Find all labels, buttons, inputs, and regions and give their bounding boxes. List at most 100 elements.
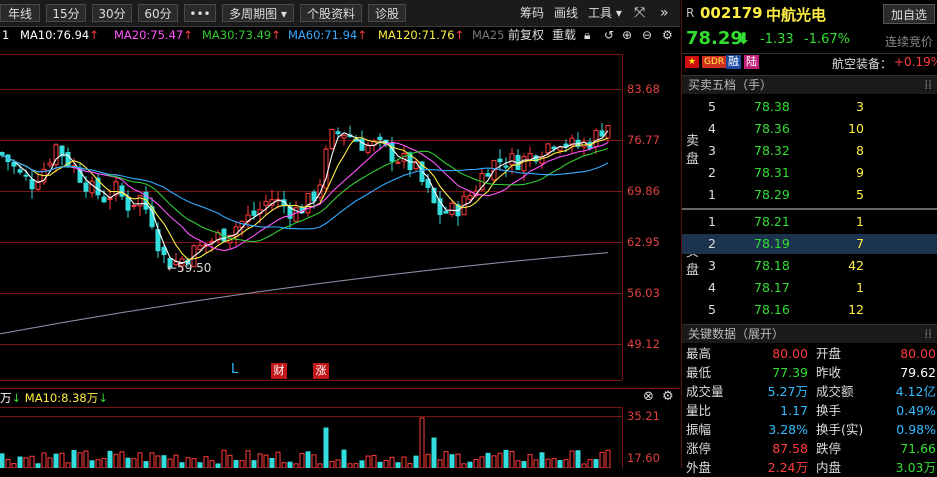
price-change-pct: -1.67% [804,32,850,47]
tags-row: ★ GDR 融 陆 航空装备： +0.19% [682,53,937,72]
buy-level-price: 78.18 [754,258,790,273]
key-data-value: 80.00 [900,346,936,361]
china-flag-icon: ★ [685,56,699,68]
key-data-value: 3.28% [768,422,808,437]
sell-level-price: 78.31 [754,165,790,180]
key-data-label: 换手 [816,403,842,418]
sell-side: 卖盘 5 78.38 3 4 78.36 10 3 78.32 8 2 78.31 9 1 78.29 5 [682,95,937,206]
grid-icon[interactable]: ⁞⁞ [924,76,932,94]
buy-level-row[interactable]: 3 78.18 42 [682,256,937,276]
stock-code: 002179 [700,4,763,22]
sell-level-price: 78.36 [754,121,790,136]
quote-sidebar: R 002179 中航光电 加自选 78.29 ⬇ -1.33 -1.67% 连… [681,0,937,475]
price-axis-label: 56.03 [627,286,660,300]
key-data-label: 最低 [686,365,712,380]
close-volume-icon[interactable]: ⊗ [643,389,654,404]
order-book-title: 买卖五档（手） [688,78,773,92]
finance-event-marker[interactable]: 财 [271,363,287,379]
buy-level-volume: 1 [856,214,864,229]
price-axis-label: 62.95 [627,235,660,249]
sell-level-price: 78.29 [754,187,790,202]
key-data-label: 成交额 [816,384,854,399]
sector-label[interactable]: 航空装备： [832,55,892,72]
sell-level-row[interactable]: 4 78.36 10 [682,119,937,139]
key-data-label: 涨停 [686,441,712,456]
volume-ma10-label: MA10:8.38万 [24,391,99,405]
key-data-label: 量比 [686,403,712,418]
volume-ma5-label: 万 [0,391,12,405]
key-data-label: 昨收 [816,365,842,380]
key-data-label: 开盘 [816,346,842,361]
limit-marker[interactable]: L [231,362,238,377]
sell-level-volume: 5 [856,187,864,202]
key-data-value: 77.39 [772,365,808,380]
sector-change: +0.19% [894,55,937,69]
key-data-label: 外盘 [686,460,712,475]
sell-level-price: 78.38 [754,99,790,114]
key-data-value: 87.58 [772,441,808,456]
sell-level-number: 3 [708,143,716,158]
price-axis-label: 69.86 [627,184,660,198]
down-arrow-icon: ⬇ [737,29,751,48]
grid-icon[interactable]: ⁞⁞ [924,325,932,343]
key-data-value: 3.03万 [895,460,936,475]
price-axis-label: 49.12 [627,337,660,351]
buy-level-volume: 12 [848,302,864,317]
key-data-value: 79.62 [900,365,936,380]
buy-level-volume: 1 [856,280,864,295]
auction-status: 连续竞价 [885,35,934,49]
buy-level-row[interactable]: 4 78.17 1 [682,278,937,298]
sell-level-row[interactable]: 2 78.31 9 [682,163,937,183]
buy-side: 买盘 178.211278.197378.1842478.171578.1612 [682,212,937,323]
sell-level-price: 78.32 [754,143,790,158]
sell-level-volume: 8 [856,143,864,158]
key-data-value: 0.98% [896,422,936,437]
buy-level-row[interactable]: 2 78.19 7 [682,234,937,254]
key-data-value: 2.24万 [767,460,808,475]
sell-level-row[interactable]: 3 78.32 8 [682,141,937,161]
key-data-label: 内盘 [816,460,842,475]
buy-level-volume: 42 [848,258,864,273]
gdr-tag[interactable]: GDR [702,56,727,68]
sell-level-number: 1 [708,187,716,202]
buy-level-row[interactable]: 5 78.16 12 [682,300,937,320]
key-data-label: 换手(实) [816,422,864,437]
order-book-divider [682,208,937,210]
sell-level-row[interactable]: 5 78.38 3 [682,97,937,117]
r-badge: R [686,6,695,20]
buy-level-number: 4 [708,280,716,295]
key-data-value: 71.66 [900,441,936,456]
key-data-label: 振幅 [686,422,712,437]
buy-level-price: 78.16 [754,302,790,317]
sell-level-volume: 3 [856,99,864,114]
price-row: 78.29 ⬇ -1.33 -1.67% 连续竞价 [682,28,937,50]
key-data-value: 0.49% [896,403,936,418]
sell-level-row[interactable]: 1 78.29 5 [682,185,937,205]
key-data-header[interactable]: 关键数据（展开） ⁞⁞ [682,324,937,343]
price-change: -1.33 [760,32,794,47]
low-price-annotation: ←59.50 [167,261,212,275]
add-watchlist-button[interactable]: 加自选 [883,4,935,24]
volume-settings-icon[interactable]: ⚙ [662,389,674,404]
margin-tag[interactable]: 融 [726,55,741,69]
rise-event-marker[interactable]: 涨 [313,363,329,379]
sell-level-number: 4 [708,121,716,136]
sell-level-number: 2 [708,165,716,180]
buy-level-price: 78.17 [754,280,790,295]
key-data-label: 成交量 [686,384,724,399]
key-data-label: 跌停 [816,441,842,456]
order-book-header[interactable]: 买卖五档（手） ⁞⁞ [682,75,937,94]
volume-axis-label: 17.60 [627,451,660,465]
last-price: 78.29 [686,28,743,49]
connect-tag[interactable]: 陆 [744,55,759,69]
key-data-value: 4.12亿 [895,384,936,399]
stock-name: 中航光电 [766,6,827,24]
volume-legend: 万↓ MA10:8.38万↓ [0,391,108,405]
key-data-title: 关键数据（展开） [688,327,785,341]
sell-level-volume: 10 [848,121,864,136]
buy-level-price: 78.19 [754,236,790,251]
sell-level-number: 5 [708,99,716,114]
key-data-value: 1.17 [780,403,808,418]
buy-level-row[interactable]: 1 78.21 1 [682,212,937,232]
buy-level-price: 78.21 [754,214,790,229]
